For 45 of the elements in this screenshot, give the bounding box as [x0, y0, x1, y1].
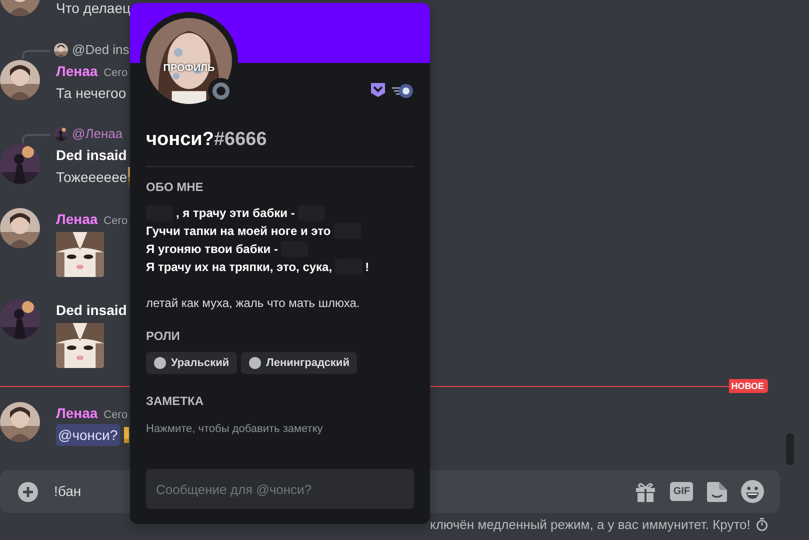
reply-connector	[22, 50, 50, 58]
section-title: ОБО МНЕ	[146, 180, 204, 194]
note-field[interactable]: Нажмите, чтобы добавить заметку	[146, 421, 414, 437]
role-name: Ленинградский	[266, 356, 350, 371]
message-input-text: !бан	[54, 482, 82, 501]
new-messages-badge: НОВОЕ	[729, 379, 768, 393]
message-field[interactable]: Сообщение для @чонси?	[146, 469, 414, 509]
section-title: ЗАМЕТКА	[146, 394, 205, 408]
emoji-icon[interactable]	[741, 480, 764, 503]
timer-icon	[756, 518, 768, 532]
message-text: Тожееееее	[56, 168, 128, 187]
timestamp: Сего	[104, 66, 128, 81]
discriminator: #6666	[214, 129, 267, 150]
timestamp: Сего	[104, 214, 128, 229]
reply-author[interactable]: @Ded ins	[72, 40, 130, 60]
user-mention[interactable]: @чонси?	[56, 424, 120, 446]
reply-author[interactable]: @Ленаа	[72, 124, 123, 144]
scrollbar-thumb[interactable]	[786, 433, 794, 465]
slowmode-notice: ключён медленный режим, а у вас иммунитет. Круто!	[430, 516, 750, 534]
message-text: Та нечегоо	[56, 84, 126, 103]
speed-badge-icon[interactable]	[392, 84, 414, 98]
author-name[interactable]: Ded insaid	[56, 299, 127, 321]
bio-text: !	[365, 259, 370, 276]
role-tag[interactable]: Уральский	[146, 352, 238, 374]
timestamp: Сего	[104, 408, 128, 423]
bio-text: , я трачу эти бабки -	[176, 205, 295, 222]
section-title: РОЛИ	[146, 329, 181, 343]
reply-connector	[22, 134, 50, 142]
author-name[interactable]: Ded insaid	[56, 144, 127, 166]
gift-icon[interactable]	[635, 482, 656, 502]
add-attachment-icon[interactable]	[18, 482, 38, 502]
gif-button[interactable]: GIF	[670, 482, 693, 501]
username: чонси?	[146, 129, 214, 150]
message-text: Что делаец	[56, 0, 131, 18]
author-name[interactable]: Ленаа	[56, 208, 98, 230]
bio-text: Я угоняю твои бабки -	[146, 241, 278, 258]
bio-text: Я трачу их на тряпки, это, сука,	[146, 259, 332, 276]
author-name[interactable]: Ленаа	[56, 402, 98, 424]
bio-text: летай как муха, жаль что мать шлюха.	[146, 295, 360, 312]
role-name: Уральский	[171, 356, 230, 371]
author-name[interactable]: Ленаа	[56, 60, 98, 82]
role-tag[interactable]: Ленинградский	[241, 352, 358, 374]
bio-text: Гуччи тапки на моей ноге и это	[146, 223, 331, 240]
sticker-icon[interactable]	[707, 482, 727, 502]
shield-badge-icon[interactable]	[370, 82, 386, 98]
